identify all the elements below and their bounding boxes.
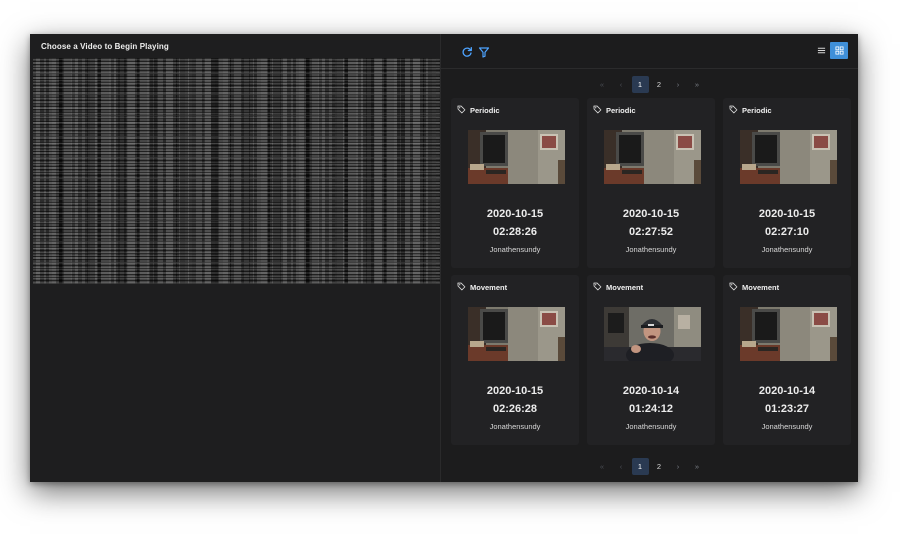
last-page-button[interactable]: » bbox=[689, 76, 706, 93]
toolbar bbox=[441, 34, 858, 69]
clip-time: 02:28:26 bbox=[492, 226, 538, 238]
player-title: Choose a Video to Begin Playing bbox=[41, 42, 169, 51]
page-1-button[interactable]: 1 bbox=[631, 457, 649, 475]
clip-user: Jonathensundy bbox=[489, 422, 541, 431]
clip-card[interactable]: Periodic 2020-10-15 02:27:52 Jonathensundy bbox=[587, 98, 715, 268]
clip-time: 02:27:52 bbox=[628, 226, 674, 238]
tag-icon bbox=[729, 105, 739, 115]
clip-tag-label: Movement bbox=[742, 282, 780, 292]
clip-time: 01:23:27 bbox=[764, 403, 810, 415]
clip-tag: Movement bbox=[593, 282, 643, 292]
clip-browser-pane: « ‹ 1 2 › » Periodic 2020-10-15 02:28:26 Jo… bbox=[441, 34, 858, 482]
clip-date: 2020-10-15 bbox=[486, 385, 544, 397]
clip-thumbnail[interactable] bbox=[468, 130, 565, 184]
clip-thumbnail[interactable] bbox=[468, 307, 565, 361]
video-static-placeholder[interactable] bbox=[33, 58, 440, 284]
clip-date: 2020-10-14 bbox=[622, 385, 680, 397]
clip-card[interactable]: Movement 2020-10-14 01:24:12 Jonathensundy bbox=[587, 275, 715, 445]
pagination-bottom: « ‹ 1 2 › » bbox=[441, 457, 858, 475]
clip-date: 2020-10-15 bbox=[758, 208, 816, 220]
clip-thumbnail[interactable] bbox=[740, 130, 837, 184]
video-player-pane: Choose a Video to Begin Playing bbox=[30, 34, 440, 482]
tag-icon bbox=[457, 282, 467, 292]
page-2-button[interactable]: 2 bbox=[651, 76, 668, 93]
clip-thumbnail[interactable] bbox=[740, 307, 837, 361]
filter-icon[interactable] bbox=[478, 45, 490, 58]
clip-user: Jonathensundy bbox=[489, 245, 541, 254]
prev-page-button[interactable]: ‹ bbox=[613, 76, 630, 93]
clip-card[interactable]: Periodic 2020-10-15 02:28:26 Jonathensundy bbox=[451, 98, 579, 268]
last-page-button[interactable]: » bbox=[689, 458, 706, 475]
clip-tag-label: Periodic bbox=[742, 105, 772, 115]
clip-user: Jonathensundy bbox=[761, 422, 813, 431]
next-page-button[interactable]: › bbox=[670, 458, 687, 475]
clip-tag: Periodic bbox=[457, 105, 500, 115]
clip-date: 2020-10-15 bbox=[486, 208, 544, 220]
clip-date: 2020-10-15 bbox=[622, 208, 680, 220]
page-2-button[interactable]: 2 bbox=[651, 458, 668, 475]
clip-card[interactable]: Movement 2020-10-15 02:26:28 Jonathensundy bbox=[451, 275, 579, 445]
clip-time: 01:24:12 bbox=[628, 403, 674, 415]
clip-tag: Movement bbox=[729, 282, 779, 292]
app-window: Choose a Video to Begin Playing « ‹ 1 2 … bbox=[30, 34, 858, 482]
clip-user: Jonathensundy bbox=[625, 422, 677, 431]
pagination-top: « ‹ 1 2 › » bbox=[441, 75, 858, 93]
clip-card[interactable]: Periodic 2020-10-15 02:27:10 Jonathensundy bbox=[723, 98, 851, 268]
clip-time: 02:26:28 bbox=[492, 403, 538, 415]
clip-thumbnail[interactable] bbox=[604, 130, 701, 184]
clip-tag: Periodic bbox=[729, 105, 772, 115]
tag-icon bbox=[593, 282, 603, 292]
list-icon bbox=[817, 47, 825, 54]
refresh-icon[interactable] bbox=[461, 45, 473, 57]
clip-card[interactable]: Movement 2020-10-14 01:23:27 Jonathensundy bbox=[723, 275, 851, 445]
clip-tag-label: Periodic bbox=[606, 105, 636, 115]
list-view-button[interactable] bbox=[812, 42, 830, 59]
clip-thumbnail[interactable] bbox=[604, 307, 701, 361]
tag-icon bbox=[729, 282, 739, 292]
clip-user: Jonathensundy bbox=[761, 245, 813, 254]
clip-tag-label: Movement bbox=[470, 282, 508, 292]
clip-tag: Periodic bbox=[593, 105, 636, 115]
tag-icon bbox=[593, 105, 603, 115]
grid-view-button[interactable] bbox=[830, 42, 848, 59]
clip-date: 2020-10-14 bbox=[758, 385, 816, 397]
clip-user: Jonathensundy bbox=[625, 245, 677, 254]
page-1-button[interactable]: 1 bbox=[631, 75, 649, 93]
clip-tag: Movement bbox=[457, 282, 507, 292]
tag-icon bbox=[457, 105, 467, 115]
view-toggle bbox=[812, 42, 848, 59]
first-page-button[interactable]: « bbox=[594, 76, 611, 93]
prev-page-button[interactable]: ‹ bbox=[613, 458, 630, 475]
clip-tag-label: Movement bbox=[606, 282, 644, 292]
first-page-button[interactable]: « bbox=[594, 458, 611, 475]
clip-time: 02:27:10 bbox=[764, 226, 810, 238]
grid-icon bbox=[834, 46, 844, 55]
clip-tag-label: Periodic bbox=[470, 105, 500, 115]
next-page-button[interactable]: › bbox=[670, 76, 687, 93]
